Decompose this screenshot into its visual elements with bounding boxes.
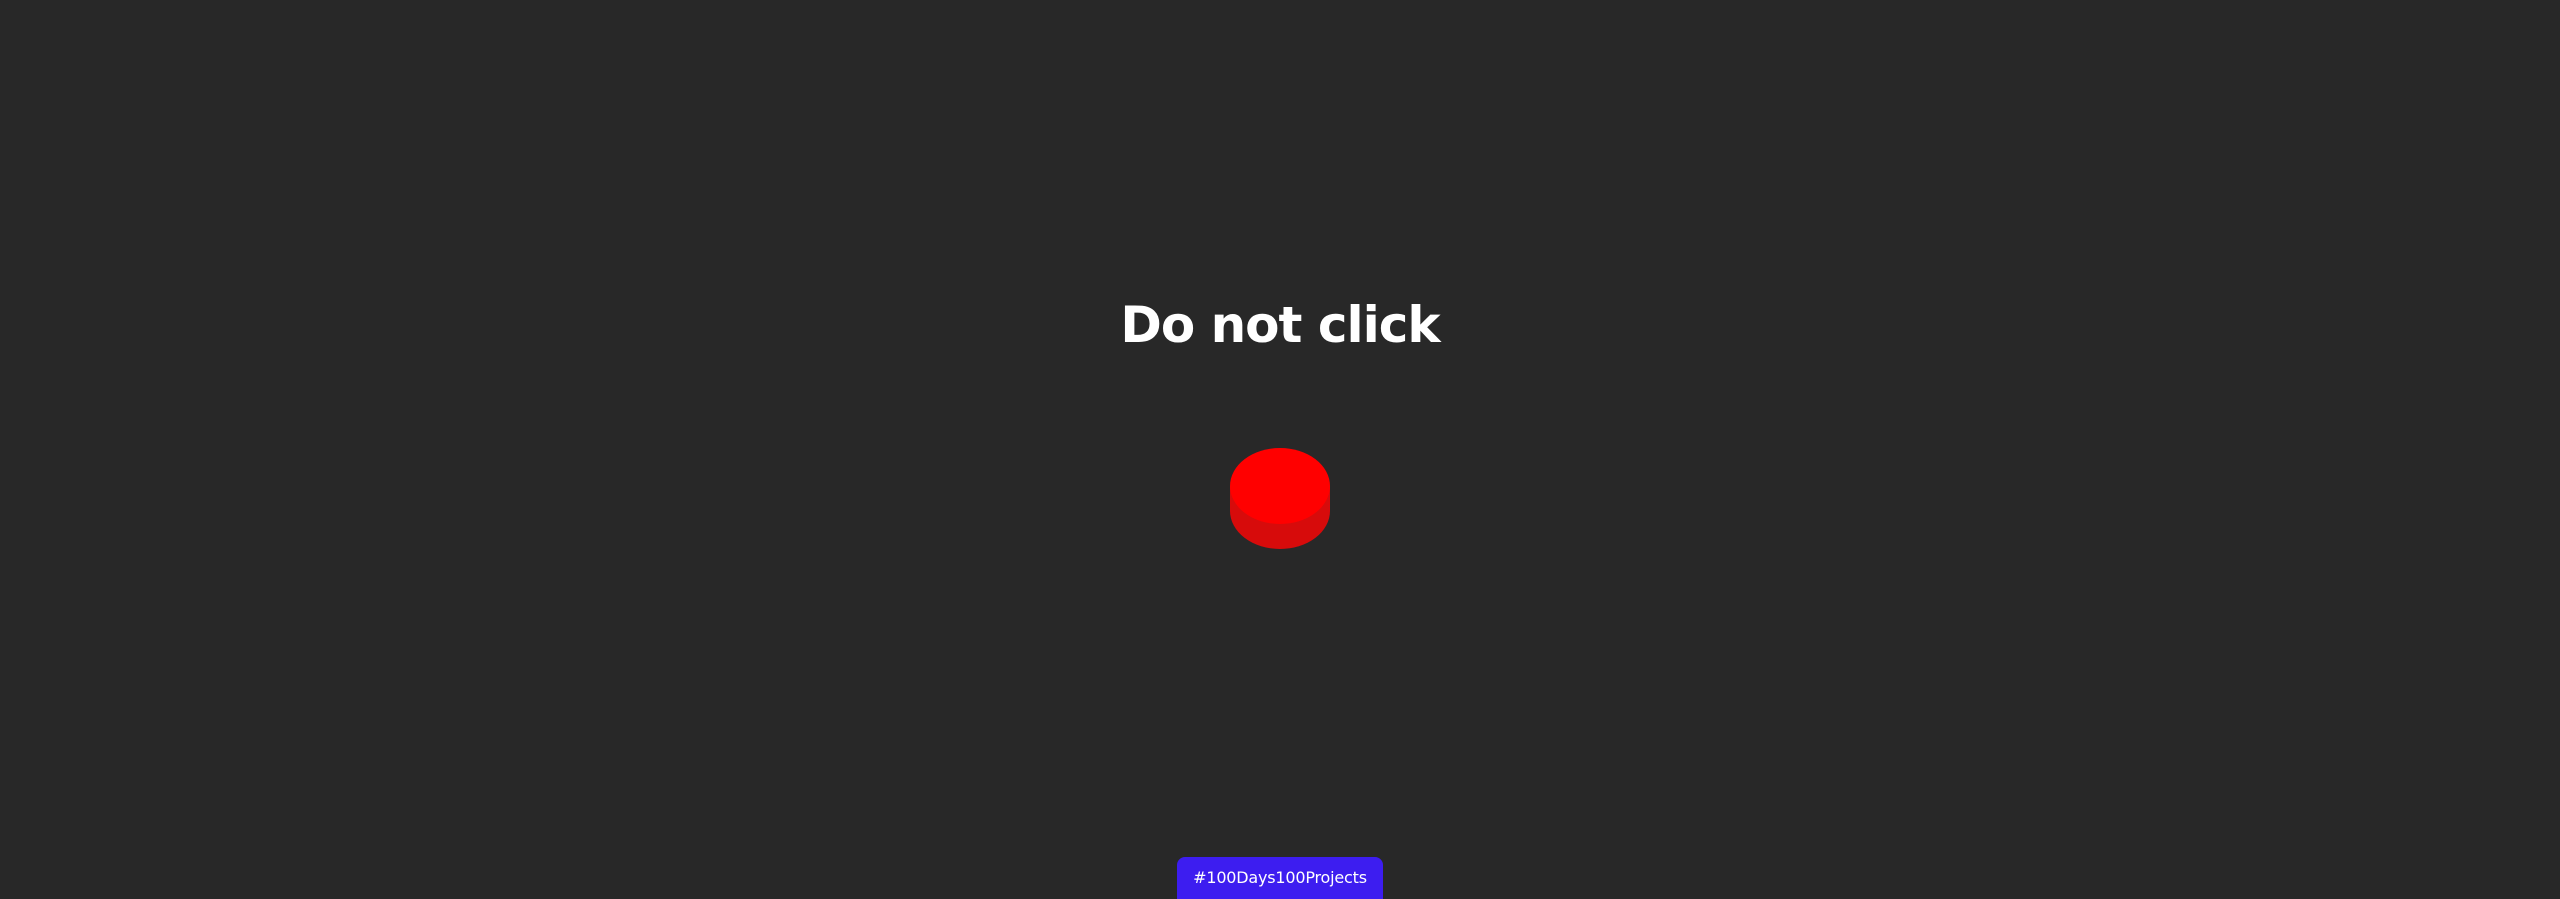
- red-push-button[interactable]: [1230, 448, 1330, 549]
- page-title: Do not click: [1120, 296, 1440, 354]
- hashtag-badge-link[interactable]: #100Days100Projects: [1177, 857, 1383, 899]
- button-top: [1230, 448, 1330, 524]
- page: Do not click #100Days100Projects: [0, 0, 2560, 899]
